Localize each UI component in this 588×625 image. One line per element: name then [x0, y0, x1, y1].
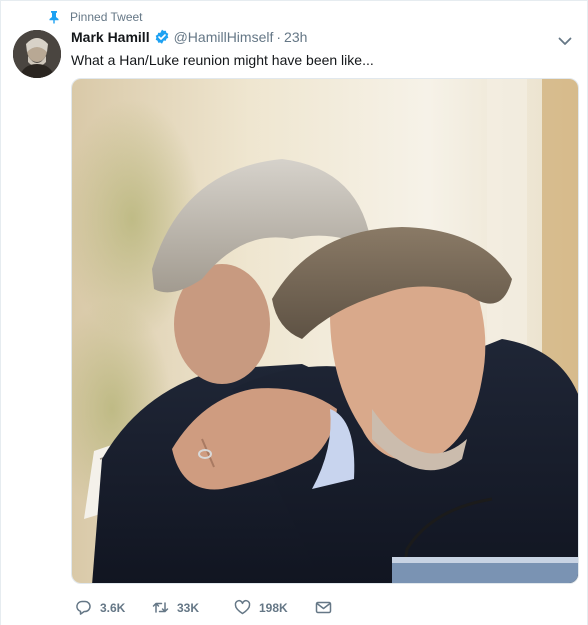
- like-count: 198K: [259, 600, 288, 615]
- tweet-text: What a Han/Luke reunion might have been …: [71, 52, 374, 68]
- tweet-photo[interactable]: [71, 78, 579, 584]
- pinned-label: Pinned Tweet: [70, 10, 143, 24]
- pin-icon: [49, 11, 59, 24]
- reply-count: 3.6K: [100, 600, 126, 615]
- tweet-timestamp[interactable]: 23h: [284, 29, 307, 45]
- chevron-down-icon[interactable]: [557, 33, 573, 49]
- retweet-icon: [152, 602, 169, 613]
- reply-button[interactable]: 3.6K: [75, 599, 152, 616]
- retweet-count: 33K: [177, 600, 200, 615]
- heart-icon: [234, 599, 251, 615]
- author-name[interactable]: Mark Hamill: [71, 29, 150, 45]
- photo-hug-image: [72, 79, 578, 583]
- avatar[interactable]: [13, 30, 61, 78]
- tweet-card[interactable]: Pinned Tweet Mark Hamill @HamillHimself …: [0, 0, 588, 625]
- envelope-icon: [315, 601, 332, 614]
- pinned-tweet-row: Pinned Tweet: [47, 10, 143, 24]
- verified-badge-icon: [155, 29, 168, 44]
- direct-message-button[interactable]: [315, 599, 332, 616]
- retweet-button[interactable]: 33K: [152, 599, 234, 616]
- avatar-image: [13, 30, 61, 78]
- tweet-actions: 3.6K 33K 198K: [75, 599, 332, 616]
- reply-icon: [76, 600, 91, 615]
- separator-dot: ·: [276, 29, 282, 45]
- tweet-header: Mark Hamill @HamillHimself · 23h: [71, 29, 307, 45]
- like-button[interactable]: 198K: [234, 599, 315, 616]
- author-handle[interactable]: @HamillHimself: [174, 29, 274, 45]
